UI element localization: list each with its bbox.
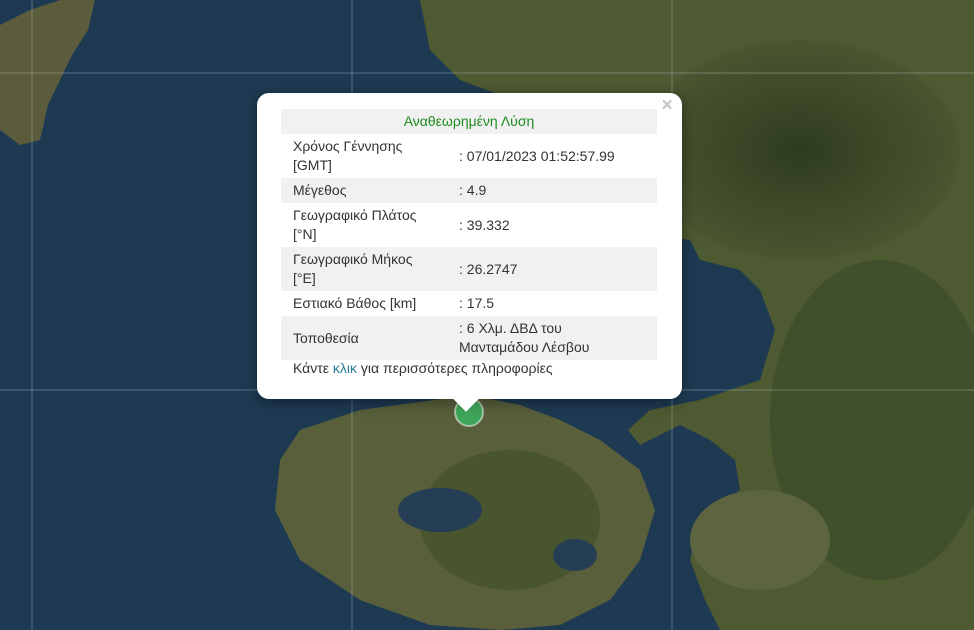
gulf-geras: [553, 539, 597, 571]
gulf-kalloni: [398, 488, 482, 532]
location-value: : 6 Χλμ. ΔΒΔ του Μανταμάδου Λέσβου: [436, 316, 657, 360]
table-row: Χρόνος Γέννησης [GMT] : 07/01/2023 01:52…: [281, 134, 657, 178]
magnitude-value: : 4.9: [436, 178, 657, 203]
table-row: Γεωγραφικό Πλάτος [°N] : 39.332: [281, 203, 657, 247]
depth-label: Εστιακό Βάθος [km]: [293, 295, 417, 311]
origin-time-value: : 07/01/2023 01:52:57.99: [459, 147, 615, 164]
more-info-link[interactable]: κλικ: [333, 360, 357, 376]
table-row: Γεωγραφικό Μήκος [°E] : 26.2747: [281, 247, 657, 291]
latitude-value: : 39.332: [459, 216, 510, 233]
origin-time-label: Χρόνος Γέννησης [GMT]: [293, 138, 403, 173]
earthquake-info-table: Αναθεωρημένη Λύση Χρόνος Γέννησης [GMT] …: [281, 109, 657, 360]
close-popup-button[interactable]: ×: [658, 96, 676, 115]
earthquake-info-popup: × Αναθεωρημένη Λύση Χρόνος Γέννησης [GMT…: [257, 93, 682, 412]
longitude-value: : 26.2747: [436, 247, 657, 291]
depth-value: : 17.5: [459, 295, 495, 311]
location-label: Τοποθεσία: [281, 316, 436, 360]
hills-southeast: [690, 490, 830, 590]
table-row: Μέγεθος : 4.9: [281, 178, 657, 203]
table-row: Τοποθεσία : 6 Χλμ. ΔΒΔ του Μανταμάδου Λέ…: [281, 316, 657, 360]
magnitude-label: Μέγεθος: [281, 178, 436, 203]
table-row: Εστιακό Βάθος [km] : 17.5: [281, 291, 657, 316]
more-info-prefix: Κάντε: [293, 360, 333, 376]
more-info-text: Κάντε κλικ για περισσότερες πληροφορίες: [293, 360, 553, 376]
longitude-label: Γεωγραφικό Μήκος [°E]: [281, 247, 436, 291]
latitude-label: Γεωγραφικό Πλάτος [°N]: [293, 207, 417, 242]
more-info-suffix: για περισσότερες πληροφορίες: [357, 360, 553, 376]
popup-title: Αναθεωρημένη Λύση: [281, 109, 657, 134]
